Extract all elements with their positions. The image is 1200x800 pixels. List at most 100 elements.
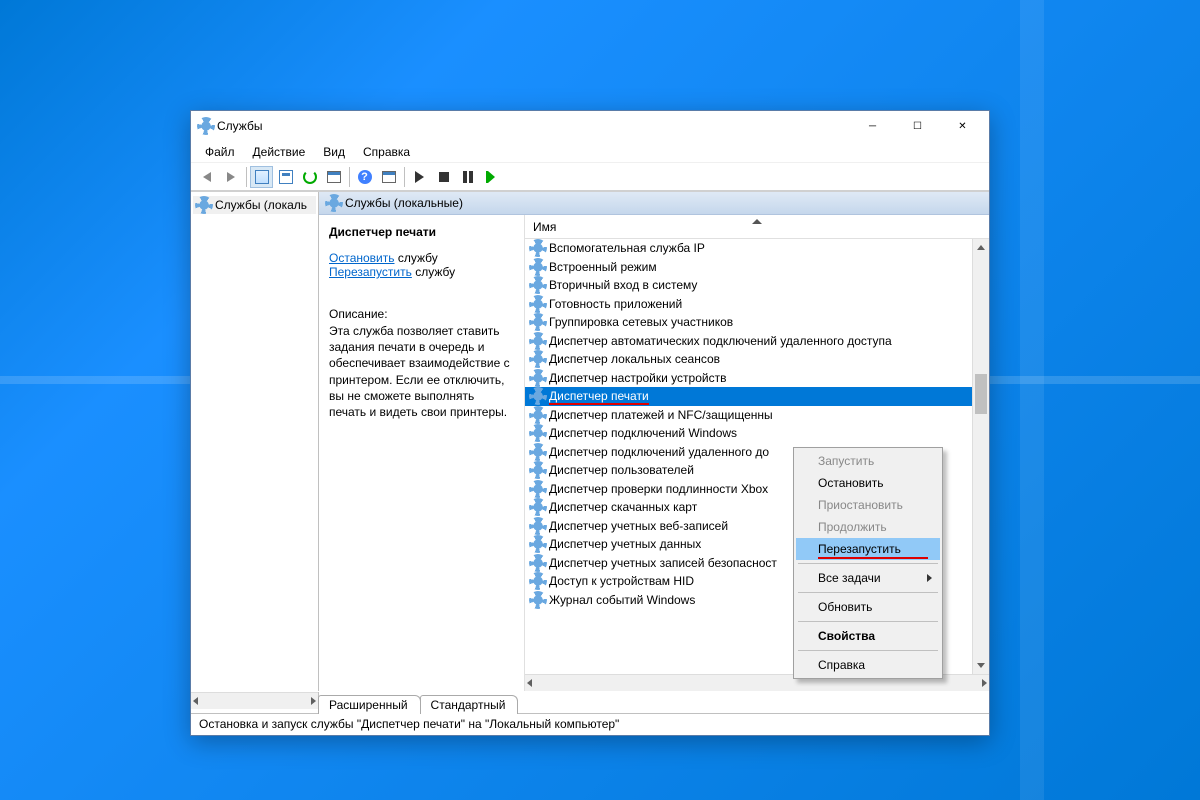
menu-item[interactable]: Свойства	[796, 625, 940, 647]
forward-button[interactable]	[219, 166, 242, 188]
service-label: Диспетчер автоматических подключений уда…	[549, 334, 892, 348]
details-view-button[interactable]	[250, 166, 273, 188]
service-label: Диспетчер пользователей	[549, 463, 694, 477]
menu-item: Продолжить	[796, 516, 940, 538]
service-label: Диспетчер подключений удаленного до	[549, 445, 769, 459]
menu-item[interactable]: Справка	[796, 654, 940, 676]
service-row[interactable]: Диспетчер платежей и NFC/защищенны	[525, 406, 989, 425]
scrollbar-vertical[interactable]	[972, 239, 989, 674]
gear-icon	[531, 315, 545, 329]
link-stop-row: Остановить службу	[329, 251, 514, 265]
export-button[interactable]	[322, 166, 345, 188]
service-label: Диспетчер учетных данных	[549, 537, 701, 551]
menu-item[interactable]: Обновить	[796, 596, 940, 618]
service-row[interactable]: Диспетчер локальных сеансов	[525, 350, 989, 369]
annotation-underline	[549, 403, 649, 405]
tree-pane: Службы (локаль	[191, 192, 319, 691]
tree-hscroll[interactable]	[191, 692, 318, 709]
app-icon	[199, 119, 213, 133]
service-label: Диспетчер учетных записей безопасност	[549, 556, 777, 570]
service-label: Диспетчер скачанных карт	[549, 500, 697, 514]
list-header[interactable]: Имя	[525, 215, 989, 239]
service-label: Диспетчер локальных сеансов	[549, 352, 720, 366]
menu-item[interactable]: Все задачи	[796, 567, 940, 589]
menu-action[interactable]: Действие	[245, 143, 314, 161]
gear-icon	[531, 593, 545, 607]
service-row[interactable]: Диспетчер печати	[525, 387, 989, 406]
menu-separator	[798, 563, 938, 564]
link-stop[interactable]: Остановить	[329, 251, 395, 265]
menu-file[interactable]: Файл	[197, 143, 243, 161]
service-row[interactable]: Вспомогательная служба IP	[525, 239, 989, 258]
service-label: Вторичный вход в систему	[549, 278, 697, 292]
maximize-button[interactable]: ☐	[895, 111, 940, 141]
back-button[interactable]	[195, 166, 218, 188]
menu-help[interactable]: Справка	[355, 143, 418, 161]
scroll-right[interactable]	[982, 679, 987, 687]
service-label: Диспетчер учетных веб-записей	[549, 519, 728, 533]
tab-standard[interactable]: Стандартный	[420, 695, 519, 714]
column-name[interactable]: Имя	[525, 220, 989, 234]
gear-icon	[197, 198, 211, 212]
gear-icon	[531, 334, 545, 348]
service-label: Диспетчер платежей и NFC/защищенны	[549, 408, 773, 422]
menu-separator	[798, 592, 938, 593]
link-restart[interactable]: Перезапустить	[329, 265, 412, 279]
gear-icon	[531, 241, 545, 255]
service-label: Группировка сетевых участников	[549, 315, 733, 329]
service-row[interactable]: Диспетчер настройки устройств	[525, 369, 989, 388]
start-button[interactable]	[408, 166, 431, 188]
tab-extended[interactable]: Расширенный	[318, 695, 421, 714]
scroll-thumb[interactable]	[975, 374, 987, 414]
annotation-underline	[818, 557, 928, 559]
tree-root[interactable]: Службы (локаль	[193, 196, 316, 214]
scroll-down[interactable]	[973, 657, 989, 674]
service-row[interactable]: Группировка сетевых участников	[525, 313, 989, 332]
menu-item[interactable]: Остановить	[796, 472, 940, 494]
description-text: Эта служба позволяет ставить задания печ…	[329, 323, 514, 420]
service-label: Вспомогательная служба IP	[549, 241, 705, 255]
toolbar: ?	[191, 163, 989, 191]
context-menu: ЗапуститьОстановитьПриостановитьПродолжи…	[793, 447, 943, 679]
service-row[interactable]: Диспетчер автоматических подключений уда…	[525, 332, 989, 351]
menu-item: Приостановить	[796, 494, 940, 516]
gear-icon	[531, 482, 545, 496]
pause-button[interactable]	[456, 166, 479, 188]
scroll-left[interactable]	[527, 679, 532, 687]
gear-icon	[531, 519, 545, 533]
menu-separator	[798, 621, 938, 622]
gear-icon	[531, 445, 545, 459]
description-label: Описание:	[329, 307, 514, 321]
titlebar[interactable]: Службы ─ ☐ ✕	[191, 111, 989, 141]
gear-icon	[531, 426, 545, 440]
service-label: Диспетчер проверки подлинности Xbox	[549, 482, 768, 496]
service-name: Диспетчер печати	[329, 225, 514, 239]
window-title: Службы	[213, 119, 850, 133]
menu-view[interactable]: Вид	[315, 143, 353, 161]
restart-button[interactable]	[480, 166, 503, 188]
close-button[interactable]: ✕	[940, 111, 985, 141]
gear-icon	[531, 463, 545, 477]
gear-icon	[531, 297, 545, 311]
service-label: Встроенный режим	[549, 260, 657, 274]
menubar: Файл Действие Вид Справка	[191, 141, 989, 163]
gear-icon	[531, 260, 545, 274]
list-view-button[interactable]	[274, 166, 297, 188]
service-label: Журнал событий Windows	[549, 593, 695, 607]
main-header-label: Службы (локальные)	[345, 196, 463, 210]
service-label: Доступ к устройствам HID	[549, 574, 694, 588]
service-label: Готовность приложений	[549, 297, 682, 311]
menu-item[interactable]: Перезапустить	[796, 538, 940, 560]
link-restart-row: Перезапустить службу	[329, 265, 514, 279]
service-row[interactable]: Готовность приложений	[525, 295, 989, 314]
service-row[interactable]: Вторичный вход в систему	[525, 276, 989, 295]
service-row[interactable]: Встроенный режим	[525, 258, 989, 277]
minimize-button[interactable]: ─	[850, 111, 895, 141]
scroll-up[interactable]	[973, 239, 989, 256]
tabs-row: Расширенный Стандартный	[191, 691, 989, 713]
refresh-button[interactable]	[298, 166, 321, 188]
stop-button[interactable]	[432, 166, 455, 188]
help-button[interactable]: ?	[353, 166, 376, 188]
properties-button[interactable]	[377, 166, 400, 188]
service-row[interactable]: Диспетчер подключений Windows	[525, 424, 989, 443]
